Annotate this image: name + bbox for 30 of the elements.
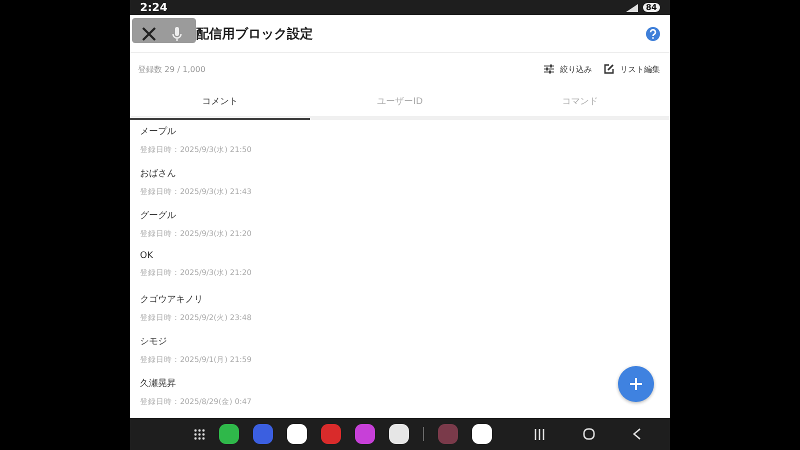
blocked-word: OK — [140, 251, 153, 261]
blocked-word: おばさん — [140, 168, 176, 180]
recording-overlay — [132, 18, 196, 43]
sliders-icon — [544, 64, 554, 74]
signal-icon — [624, 4, 639, 12]
close-icon[interactable] — [142, 26, 156, 40]
status-time: 2:24 — [140, 1, 168, 14]
blocked-word: 久瀬晃昇 — [140, 378, 176, 390]
apps-grid-icon[interactable] — [194, 428, 205, 440]
blocked-word: グーグル — [140, 210, 176, 222]
registration-count: 登録数 29 / 1,000 — [138, 64, 206, 74]
battery-level: 84 — [642, 3, 660, 12]
help-icon[interactable] — [646, 26, 660, 40]
app-icon[interactable] — [389, 424, 409, 444]
back-icon[interactable] — [633, 428, 641, 440]
blocked-word: クゴウアキノリ — [140, 294, 203, 306]
home-icon[interactable] — [583, 428, 595, 440]
app-icon[interactable] — [472, 424, 492, 444]
tab[interactable]: コメント — [130, 85, 310, 120]
blocked-word: シモジ — [140, 336, 167, 348]
blocked-word: メープル — [140, 125, 176, 138]
app-icon[interactable] — [287, 424, 307, 444]
edit-icon — [604, 64, 614, 74]
recents-icon[interactable] — [534, 428, 545, 440]
app-icon[interactable] — [219, 424, 239, 444]
filter-button[interactable]: 絞り込み — [544, 64, 592, 74]
plus-icon — [630, 378, 642, 390]
edit-list-button[interactable]: リスト編集 — [604, 64, 660, 74]
add-button[interactable] — [618, 366, 654, 402]
page-title: 配信用ブロック設定 — [196, 26, 313, 42]
